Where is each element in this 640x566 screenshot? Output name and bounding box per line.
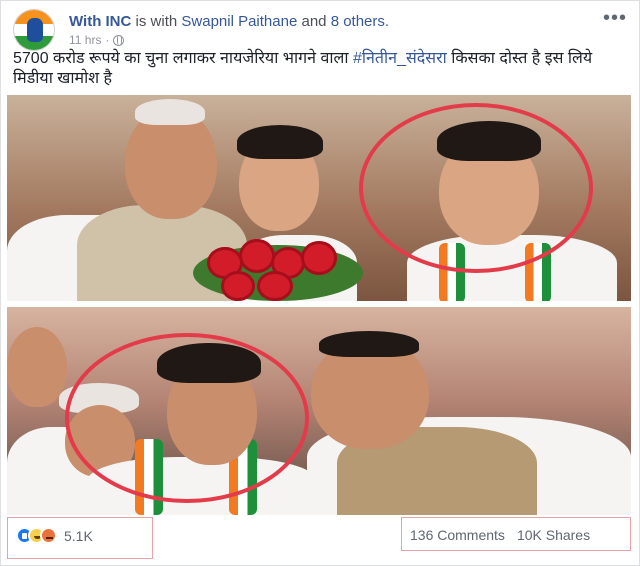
is-with-text: is with	[135, 13, 178, 30]
globe-icon[interactable]	[113, 34, 125, 46]
post-header: With INC is with Swapnil Paithane and 8 …	[9, 8, 631, 51]
shares-count-link[interactable]: 10K Shares	[517, 527, 590, 543]
timestamp-link[interactable]: 11 hrs	[69, 33, 101, 47]
page-name-link[interactable]: With INC	[69, 13, 131, 30]
reactions-box[interactable]: 5.1K	[7, 517, 153, 559]
hand-logo-icon	[27, 18, 43, 42]
highlight-circle	[359, 103, 593, 273]
reaction-count: 5.1K	[64, 527, 93, 544]
post-caption: 5700 करोड रूपये का चुना लगाकर नायजेरिया …	[13, 49, 613, 89]
facebook-post: With INC is with Swapnil Paithane and 8 …	[0, 0, 640, 566]
comments-shares-box: 136 Comments 10K Shares	[401, 517, 631, 551]
engagement-counts: 136 Comments 10K Shares	[410, 527, 590, 543]
post-meta: 11 hrs ·	[69, 33, 125, 47]
more-options-icon[interactable]: •••	[603, 8, 627, 28]
bg-person-face	[7, 327, 67, 407]
bottom-photo[interactable]	[7, 307, 631, 515]
rose-5	[221, 271, 255, 301]
and-text: and	[301, 13, 327, 30]
top-photo[interactable]	[7, 95, 631, 301]
page-avatar[interactable]	[13, 9, 55, 51]
reaction-summary[interactable]: 5.1K	[16, 527, 93, 544]
caption-text-prefix: 5700 करोड रूपये का चुना लगाकर नायजेरिया …	[13, 50, 349, 67]
rose-2	[239, 239, 275, 273]
others-link[interactable]: 8 others.	[331, 13, 389, 30]
post-author-line: With INC is with Swapnil Paithane and 8 …	[69, 13, 389, 31]
highlight-circle-2	[65, 333, 309, 503]
person-two-hair	[237, 125, 323, 159]
person-one-hair	[135, 99, 205, 125]
person-five-hair	[319, 331, 419, 357]
tagged-person-link[interactable]: Swapnil Paithane	[181, 13, 297, 30]
angry-icon	[40, 527, 57, 544]
rose-6	[257, 271, 293, 301]
rose-4	[301, 241, 337, 275]
comments-count-link[interactable]: 136 Comments	[410, 527, 505, 543]
hashtag-link[interactable]: #नितीन_संदेसरा	[353, 50, 447, 67]
